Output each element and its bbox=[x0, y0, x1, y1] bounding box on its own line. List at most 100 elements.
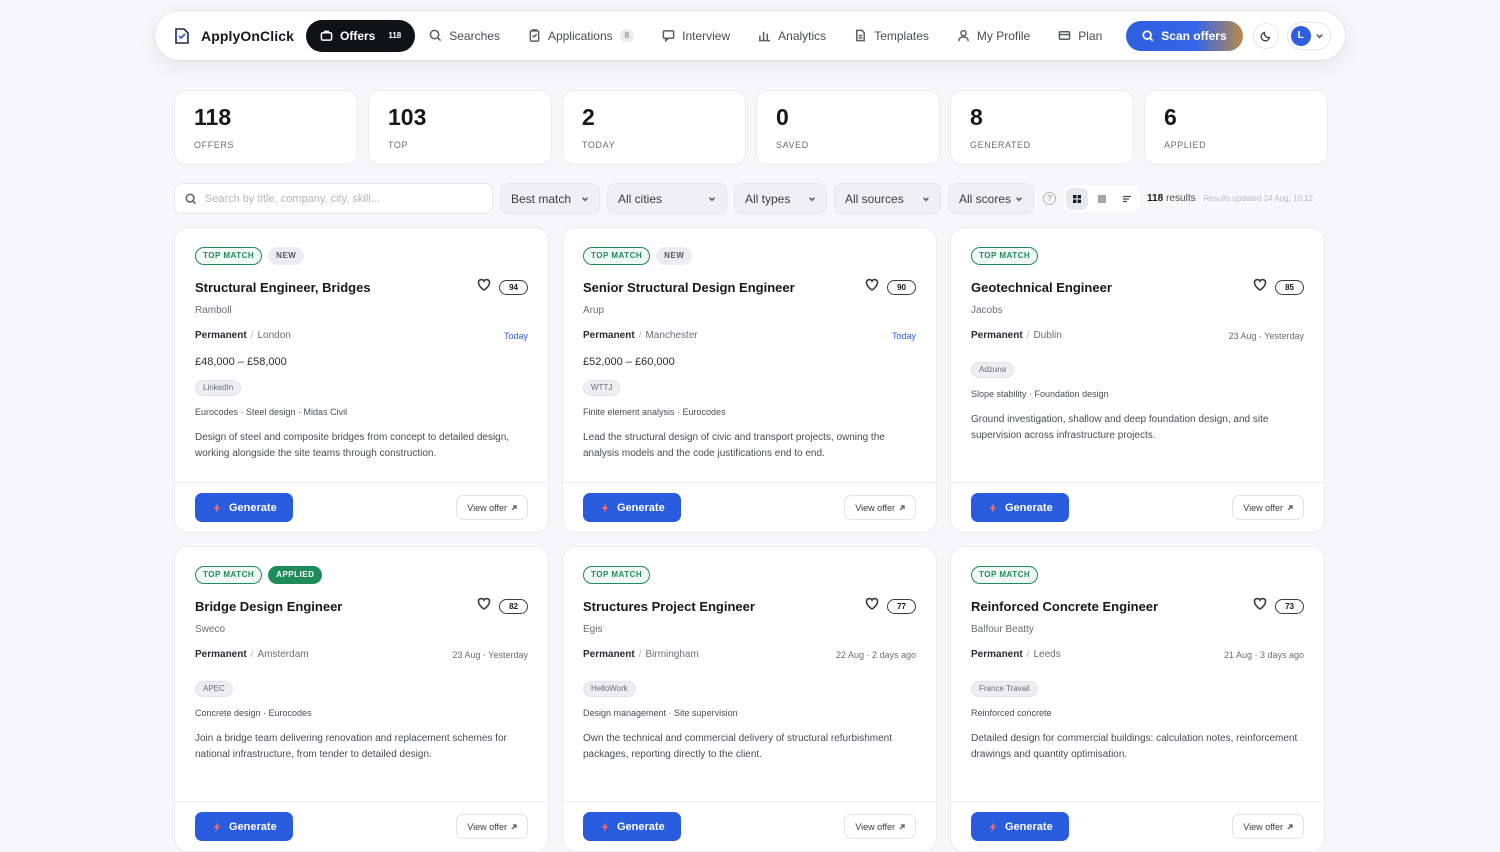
nav-templates-label: Templates bbox=[874, 28, 929, 43]
city: Dublin bbox=[1033, 330, 1062, 341]
meta-row: Permanent / Leeds 21 Aug · 3 days ago bbox=[971, 649, 1304, 660]
badge-row: TOP MATCH NEW bbox=[195, 247, 528, 265]
scores-select[interactable]: All scores bbox=[948, 183, 1034, 214]
offer-card[interactable]: TOP MATCH NEW Structural Engineer, Bridge… bbox=[174, 227, 549, 533]
view-offer-button[interactable]: View offer bbox=[844, 495, 916, 520]
offer-card[interactable]: TOP MATCH Geotechnical Engineer 85 Jacob… bbox=[950, 227, 1325, 533]
cities-select[interactable]: All cities bbox=[607, 183, 727, 214]
generate-button[interactable]: Generate bbox=[583, 493, 681, 522]
view-offer-button[interactable]: View offer bbox=[1232, 495, 1304, 520]
title-tools: 77 bbox=[865, 597, 916, 615]
generate-button[interactable]: Generate bbox=[195, 493, 293, 522]
title-row: Structures Project Engineer 77 bbox=[583, 597, 916, 615]
skills: Eurocodes · Steel design · Midas Civil bbox=[195, 407, 348, 417]
generate-button[interactable]: Generate bbox=[971, 493, 1069, 522]
user-menu[interactable]: L bbox=[1286, 21, 1331, 50]
lightning-icon bbox=[990, 821, 996, 832]
external-link-icon bbox=[511, 823, 517, 830]
salary: £52,000 – £60,000 bbox=[583, 356, 675, 368]
top-match-badge: TOP MATCH bbox=[195, 247, 263, 265]
offer-title[interactable]: Structures Project Engineer bbox=[583, 599, 755, 614]
save-button[interactable] bbox=[865, 597, 879, 615]
chevron-down-icon bbox=[1315, 33, 1323, 39]
view-offer-label: View offer bbox=[855, 502, 895, 513]
types-select-value: All types bbox=[745, 191, 791, 206]
nav-interview[interactable]: Interview bbox=[648, 20, 744, 52]
offer-card[interactable]: TOP MATCH Reinforced Concrete Engineer 7… bbox=[950, 546, 1325, 852]
offer-title[interactable]: Bridge Design Engineer bbox=[195, 599, 342, 614]
meta-row: Permanent / Amsterdam 23 Aug · Yesterday bbox=[195, 649, 528, 660]
separator: / bbox=[1026, 649, 1030, 660]
offer-title[interactable]: Geotechnical Engineer bbox=[971, 280, 1112, 295]
avatar: L bbox=[1290, 25, 1311, 46]
offers-grid: TOP MATCH NEW Structural Engineer, Bridge… bbox=[174, 227, 1325, 852]
stats-row: 118 OFFERS 103 TOP 2 TODAY 0 SAVED 8 GENERATE… bbox=[174, 90, 1328, 165]
compact-view-button[interactable] bbox=[1116, 188, 1138, 210]
nav-offers[interactable]: Offers 118 bbox=[306, 19, 416, 52]
skills: Design management · Site supervision bbox=[583, 708, 738, 718]
contract-type: Permanent bbox=[195, 330, 247, 341]
chevron-down-icon bbox=[582, 196, 588, 201]
save-button[interactable] bbox=[1253, 278, 1267, 296]
lightning-icon bbox=[990, 502, 996, 513]
view-offer-button[interactable]: View offer bbox=[844, 814, 916, 839]
view-offer-button[interactable]: View offer bbox=[1232, 814, 1304, 839]
search-input[interactable] bbox=[204, 192, 482, 205]
app-logo[interactable]: ApplyOnClick bbox=[173, 27, 294, 45]
generate-button[interactable]: Generate bbox=[971, 812, 1069, 841]
offer-card-body: TOP MATCH Structures Project Engineer 77… bbox=[563, 547, 936, 802]
nav-plan[interactable]: Plan bbox=[1044, 20, 1116, 52]
list-view-button[interactable] bbox=[1091, 188, 1113, 210]
chevron-down-icon bbox=[709, 196, 715, 201]
user-icon bbox=[958, 29, 969, 42]
top-match-badge: TOP MATCH bbox=[971, 566, 1039, 584]
stat-label: TODAY bbox=[582, 140, 616, 150]
save-button[interactable] bbox=[477, 597, 491, 615]
help-icon[interactable]: ? bbox=[1043, 192, 1056, 205]
source-badge: Adzuna bbox=[971, 362, 1015, 378]
badge-row: TOP MATCH APPLIED bbox=[195, 566, 528, 584]
grid-view-button[interactable] bbox=[1066, 187, 1088, 210]
generate-button[interactable]: Generate bbox=[583, 812, 681, 841]
title-row: Structural Engineer, Bridges 94 bbox=[195, 278, 528, 296]
heart-icon bbox=[477, 597, 491, 610]
search-icon bbox=[1142, 29, 1154, 41]
company-name: Balfour Beatty bbox=[971, 624, 1034, 635]
view-offer-button[interactable]: View offer bbox=[456, 814, 528, 839]
offer-card[interactable]: TOP MATCH Structures Project Engineer 77… bbox=[562, 546, 937, 852]
generate-label: Generate bbox=[617, 820, 665, 833]
top-match-badge: TOP MATCH bbox=[971, 247, 1039, 265]
match-score: 85 bbox=[1275, 279, 1304, 295]
sort-select[interactable]: Best match bbox=[500, 183, 600, 214]
offer-title[interactable]: Senior Structural Design Engineer bbox=[583, 280, 795, 295]
heart-icon bbox=[865, 597, 879, 610]
types-select[interactable]: All types bbox=[734, 183, 827, 214]
scores-select-value: All scores bbox=[959, 191, 1012, 206]
nav-applications-badge: 8 bbox=[619, 29, 635, 42]
match-score: 77 bbox=[887, 598, 916, 614]
sources-select[interactable]: All sources bbox=[834, 183, 941, 214]
nav-searches[interactable]: Searches bbox=[415, 20, 514, 52]
nav-analytics[interactable]: Analytics bbox=[744, 20, 840, 52]
nav-profile[interactable]: My Profile bbox=[943, 20, 1044, 52]
sort-select-value: Best match bbox=[511, 191, 572, 206]
scan-offers-button[interactable]: Scan offers bbox=[1126, 20, 1243, 51]
contract-type: Permanent bbox=[971, 330, 1023, 341]
offer-title[interactable]: Reinforced Concrete Engineer bbox=[971, 599, 1158, 614]
theme-toggle[interactable] bbox=[1252, 22, 1279, 49]
stat-card-generated: 8 GENERATED bbox=[950, 90, 1134, 165]
save-button[interactable] bbox=[477, 278, 491, 296]
nav-profile-label: My Profile bbox=[976, 28, 1031, 43]
generate-button[interactable]: Generate bbox=[195, 812, 293, 841]
offer-title[interactable]: Structural Engineer, Bridges bbox=[195, 280, 371, 295]
cities-select-value: All cities bbox=[618, 191, 663, 206]
save-button[interactable] bbox=[865, 278, 879, 296]
view-offer-button[interactable]: View offer bbox=[456, 495, 528, 520]
nav-templates[interactable]: Templates bbox=[840, 20, 943, 52]
save-button[interactable] bbox=[1253, 597, 1267, 615]
offer-card[interactable]: TOP MATCH APPLIED Bridge Design Engineer … bbox=[174, 546, 549, 852]
offer-card[interactable]: TOP MATCH NEW Senior Structural Design En… bbox=[562, 227, 937, 533]
nav-applications[interactable]: Applications 8 bbox=[514, 20, 648, 52]
stat-value: 118 bbox=[194, 104, 232, 130]
separator: / bbox=[250, 330, 254, 341]
